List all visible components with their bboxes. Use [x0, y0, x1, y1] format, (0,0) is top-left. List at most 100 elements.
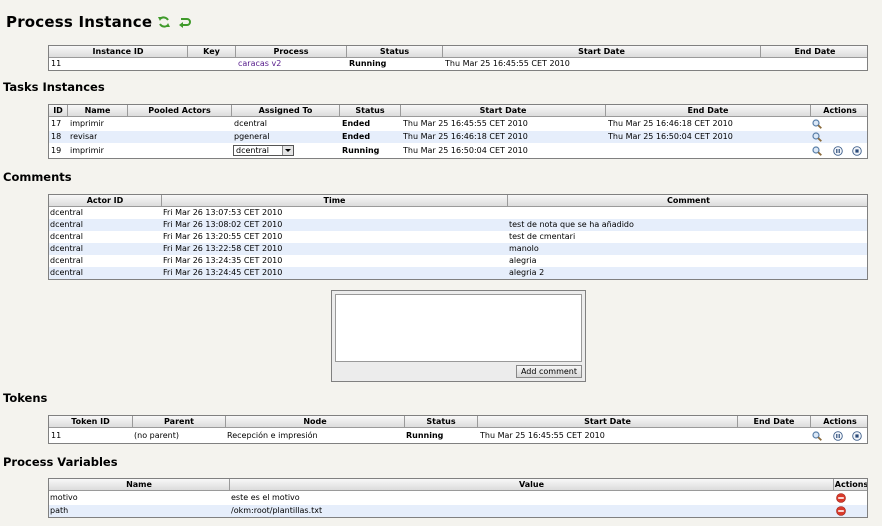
col-start-date: Start Date	[443, 46, 761, 57]
magnifier-icon[interactable]	[812, 431, 822, 441]
comment-text: test de cmentari	[509, 232, 576, 241]
stop-icon[interactable]	[852, 146, 862, 156]
col-parent: Parent	[133, 416, 226, 427]
col-process: Process	[236, 46, 347, 57]
start-date: Thu Mar 25 16:45:55 CET 2010	[445, 59, 570, 68]
task-name: revisar	[70, 132, 98, 141]
col-start-date: Start Date	[401, 105, 606, 116]
table-row: dcentral Fri Mar 26 13:20:55 CET 2010 te…	[49, 231, 867, 243]
col-actions: Actions	[823, 417, 857, 426]
comment-actor: dcentral	[50, 208, 84, 217]
page-title: Process Instance	[6, 13, 153, 31]
col-end-date: End Date	[738, 416, 811, 427]
col-instance-id: Instance ID	[49, 46, 188, 57]
task-id: 18	[51, 132, 62, 141]
task-status: Ended	[342, 119, 371, 128]
col-assigned-to: Assigned To	[232, 105, 340, 116]
col-start-date: Start Date	[478, 416, 738, 427]
comment-actor: dcentral	[50, 220, 84, 229]
table-row: dcentral Fri Mar 26 13:22:58 CET 2010 ma…	[49, 243, 867, 255]
table-row: dcentral Fri Mar 26 13:24:45 CET 2010 al…	[49, 267, 867, 279]
token-status: Running	[406, 431, 444, 440]
col-value: Value	[230, 479, 834, 490]
table-row: 19 imprimir dcentral Running Thu Mar 25 …	[49, 145, 867, 157]
task-assigned: dcentral	[234, 119, 268, 128]
token-id: 11	[51, 431, 62, 440]
instance-id: 11	[51, 59, 62, 68]
table-row: dcentral Fri Mar 26 13:24:35 CET 2010 al…	[49, 255, 867, 267]
comment-time: Fri Mar 26 13:07:53 CET 2010	[163, 208, 283, 217]
add-comment-button[interactable]: Add comment	[516, 365, 582, 378]
comment-actor: dcentral	[50, 256, 84, 265]
variable-name: path	[50, 506, 69, 515]
refresh-icon[interactable]	[157, 15, 171, 29]
col-actor-id: Actor ID	[49, 195, 162, 206]
col-end-date: End Date	[606, 105, 811, 116]
process-link[interactable]: caracas v2	[238, 58, 281, 70]
col-token-id: Token ID	[49, 416, 133, 427]
comments-section-title: Comments	[3, 170, 72, 184]
col-id: ID	[49, 105, 68, 116]
status-text: Running	[349, 59, 387, 68]
token-parent: (no parent)	[134, 431, 179, 440]
comment-time: Fri Mar 26 13:24:45 CET 2010	[163, 268, 283, 277]
task-status: Ended	[342, 132, 371, 141]
pause-icon[interactable]	[833, 431, 843, 441]
pause-icon[interactable]	[833, 146, 843, 156]
comment-time: Fri Mar 26 13:22:58 CET 2010	[163, 244, 283, 253]
delete-icon[interactable]	[836, 493, 846, 503]
magnifier-icon[interactable]	[812, 119, 822, 129]
table-row: motivo este es el motivo	[49, 492, 867, 504]
stop-icon[interactable]	[852, 431, 862, 441]
table-row: 11 caracas v2 Running Thu Mar 25 16:45:5…	[49, 58, 867, 70]
task-status: Running	[342, 146, 380, 155]
task-assigned: pgeneral	[234, 132, 270, 141]
col-comment: Comment	[667, 196, 710, 205]
comment-time: Fri Mar 26 13:24:35 CET 2010	[163, 256, 283, 265]
tokens-table: Token ID Parent Node Status Start Date E…	[48, 415, 868, 444]
tasks-section-title: Tasks Instances	[3, 80, 105, 94]
comment-text: manolo	[509, 244, 539, 253]
variable-value: /okm:root/plantillas.txt	[231, 506, 323, 515]
table-row: 18 revisar pgeneral Ended Thu Mar 25 16:…	[49, 131, 867, 143]
task-end: Thu Mar 25 16:50:04 CET 2010	[608, 132, 733, 141]
task-id: 17	[51, 119, 62, 128]
task-name: imprimir	[70, 119, 104, 128]
tasks-table: ID Name Pooled Actors Assigned To Status…	[48, 104, 868, 159]
variables-table: Name Value Actions motivo este es el mot…	[48, 478, 868, 518]
col-time: Time	[162, 195, 508, 206]
col-status: Status	[340, 105, 401, 116]
table-row: 17 imprimir dcentral Ended Thu Mar 25 16…	[49, 118, 867, 130]
back-icon[interactable]	[178, 15, 192, 29]
col-name: Name	[49, 479, 230, 490]
comment-text: alegria	[509, 256, 537, 265]
assigned-to-value: dcentral	[236, 146, 270, 155]
task-name: imprimir	[70, 146, 104, 155]
magnifier-icon[interactable]	[812, 146, 822, 156]
comment-textarea[interactable]	[335, 294, 582, 362]
token-node: Recepción e impresión	[227, 431, 318, 440]
variables-section-title: Process Variables	[3, 455, 118, 469]
delete-icon[interactable]	[836, 506, 846, 516]
col-key: Key	[188, 46, 236, 57]
col-node: Node	[226, 416, 405, 427]
col-status: Status	[347, 46, 443, 57]
chevron-down-icon[interactable]	[282, 146, 293, 155]
add-comment-panel: Add comment	[331, 290, 586, 382]
table-row: dcentral Fri Mar 26 13:07:53 CET 2010	[49, 207, 867, 219]
table-row: path /okm:root/plantillas.txt	[49, 505, 867, 517]
comment-actor: dcentral	[50, 232, 84, 241]
comment-text: test de nota que se ha añadido	[509, 220, 634, 229]
variable-name: motivo	[50, 493, 78, 502]
table-row: 11 (no parent) Recepción e impresión Run…	[49, 430, 867, 442]
token-start: Thu Mar 25 16:45:55 CET 2010	[480, 431, 605, 440]
assigned-to-select[interactable]: dcentral	[233, 145, 294, 156]
magnifier-icon[interactable]	[812, 132, 822, 142]
col-actions: Actions	[823, 106, 857, 115]
task-id: 19	[51, 146, 62, 155]
task-start: Thu Mar 25 16:50:04 CET 2010	[403, 146, 528, 155]
col-end-date: End Date	[794, 47, 836, 56]
comment-actor: dcentral	[50, 244, 84, 253]
process-instance-table: Instance ID Key Process Status Start Dat…	[48, 45, 868, 71]
tokens-section-title: Tokens	[3, 391, 48, 405]
